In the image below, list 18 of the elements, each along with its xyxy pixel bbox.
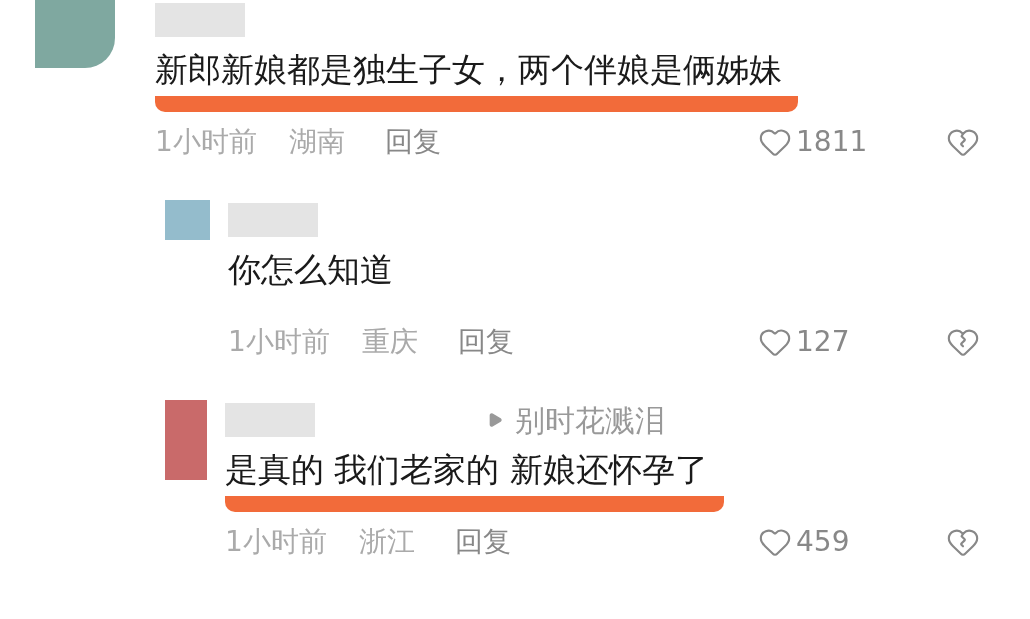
comment-time: 1小时前 xyxy=(155,124,257,160)
reply-button[interactable]: 回复 xyxy=(384,121,441,163)
reply-button[interactable]: 回复 xyxy=(454,521,511,563)
like-count: 127 xyxy=(796,324,851,360)
comment-location: 浙江 xyxy=(358,524,415,560)
like-count: 1811 xyxy=(796,124,869,160)
comment-text: 是真的 我们老家的 新娘还怀孕了 xyxy=(225,448,724,512)
comment-text: 新郎新娘都是独生子女，两个伴娘是俩姊妹 xyxy=(155,48,798,112)
comment-location: 湖南 xyxy=(288,124,345,160)
play-icon xyxy=(487,412,503,428)
avatar-placeholder xyxy=(165,200,210,240)
comment-text: 你怎么知道 xyxy=(228,249,393,291)
reply-to-username[interactable]: 别时花溅泪 xyxy=(515,397,665,443)
comment-location: 重庆 xyxy=(361,324,418,360)
like-count: 459 xyxy=(796,524,851,560)
comment-time: 1小时前 xyxy=(228,324,330,360)
reply-button[interactable]: 回复 xyxy=(457,321,514,363)
comment-time: 1小时前 xyxy=(225,524,327,560)
